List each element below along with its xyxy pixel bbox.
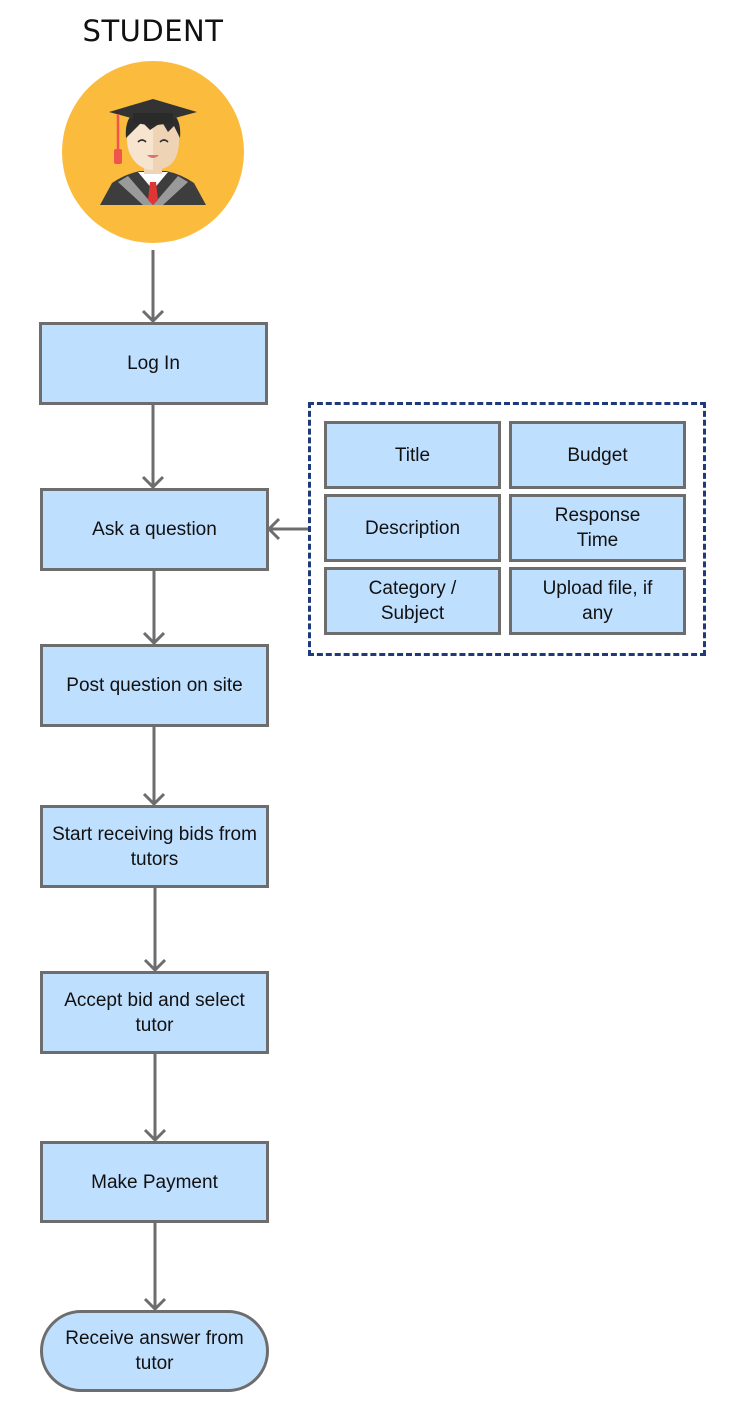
step-label: Log In [127,353,180,374]
field-upload-file: Upload file, if any [509,567,686,635]
field-description: Description [324,494,501,562]
field-label: Description [364,517,461,539]
step-ask-question: Ask a question [40,488,269,571]
step-label: Receive answer from tutor [65,1328,244,1374]
step-label: Make Payment [91,1171,218,1193]
field-category-subject: Category / Subject [324,567,501,635]
step-login: Log In [39,322,268,405]
step-label: Post question on site [66,675,243,696]
field-budget: Budget [509,421,686,489]
field-label: Upload file, if any [542,578,653,624]
field-label: Budget [567,444,628,466]
step-label: Ask a question [92,519,217,540]
step-post-question: Post question on site [40,644,269,727]
step-label: Accept bid and select tutor [64,989,245,1036]
step-label: Start receiving bids from tutors [52,823,257,870]
tassel [114,149,122,164]
field-label: Response Time [554,505,641,551]
actor-label: STUDENT [82,14,224,48]
graduate-student-icon [62,61,244,243]
field-response-time: Response Time [509,494,686,562]
field-label: Title [394,444,431,466]
step-accept-bid: Accept bid and select tutor [40,971,269,1054]
step-receive-bids: Start receiving bids from tutors [40,805,269,888]
step-make-payment: Make Payment [40,1141,269,1223]
field-title: Title [324,421,501,489]
field-label: Category / Subject [368,578,457,624]
step-receive-answer: Receive answer from tutor [40,1310,269,1392]
cap-base [133,113,173,125]
